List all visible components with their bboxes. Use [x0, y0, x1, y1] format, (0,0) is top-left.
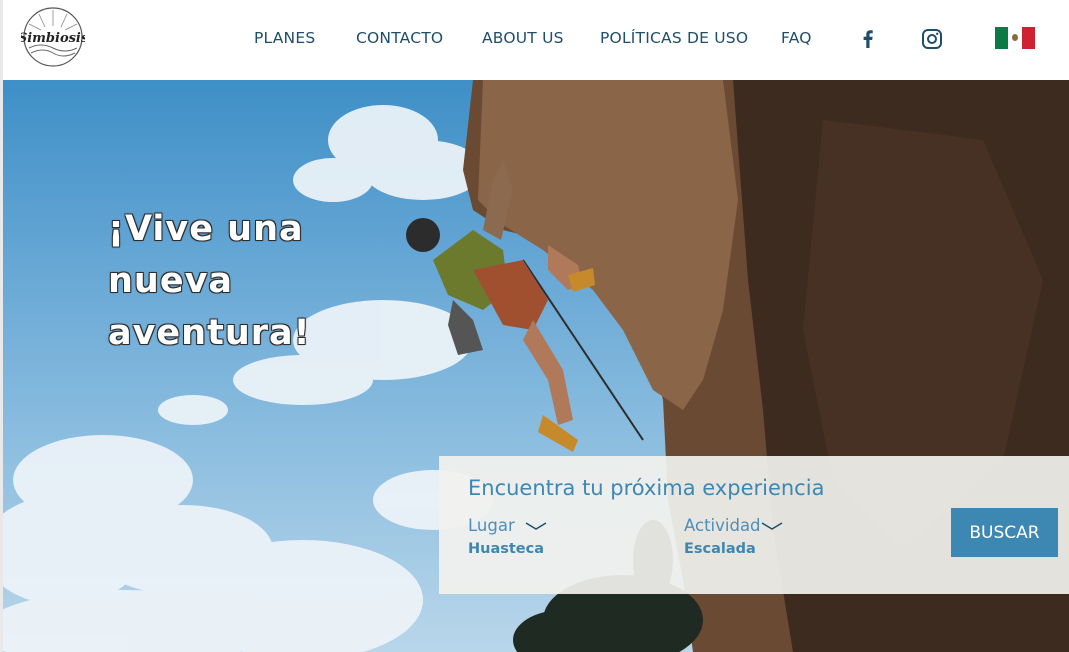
nav-planes[interactable]: PLANES — [254, 29, 315, 47]
headline-line-2: nueva — [108, 261, 234, 301]
hero-banner: ¡Vive una nueva aventura! Encuentra tu p… — [0, 80, 1069, 652]
mexico-flag-icon[interactable] — [995, 27, 1035, 49]
chevron-down-icon[interactable] — [525, 521, 547, 531]
search-title: Encuentra tu próxima experiencia — [468, 476, 825, 500]
nav-about-us[interactable]: ABOUT US — [482, 29, 564, 47]
nav-faq[interactable]: FAQ — [781, 29, 812, 47]
lugar-label: Lugar — [468, 516, 515, 535]
site-header: Simbiosis PLANES CONTACTO ABOUT US POLÍT… — [0, 0, 1069, 80]
hero-headline: ¡Vive una nueva aventura! — [108, 203, 368, 359]
lugar-value: Huasteca — [468, 541, 545, 557]
experience-search-panel: Encuentra tu próxima experiencia Lugar H… — [439, 456, 1069, 594]
lugar-dropdown[interactable]: Lugar Huasteca — [468, 516, 547, 557]
nav-politicas-de-uso[interactable]: POLÍTICAS DE USO — [600, 29, 748, 47]
main-nav: PLANES CONTACTO ABOUT US POLÍTICAS DE US… — [3, 0, 1069, 80]
headline-line-3: aventura! — [108, 313, 311, 353]
instagram-icon[interactable] — [920, 27, 944, 51]
actividad-value: Escalada — [684, 541, 756, 557]
buscar-button[interactable]: BUSCAR — [951, 508, 1058, 557]
chevron-down-icon[interactable] — [761, 521, 783, 531]
actividad-dropdown[interactable]: Actividad Escalada — [684, 516, 783, 557]
facebook-icon[interactable] — [856, 27, 880, 51]
actividad-label: Actividad — [684, 516, 761, 535]
headline-line-1: ¡Vive una — [108, 209, 304, 249]
nav-contacto[interactable]: CONTACTO — [356, 29, 443, 47]
